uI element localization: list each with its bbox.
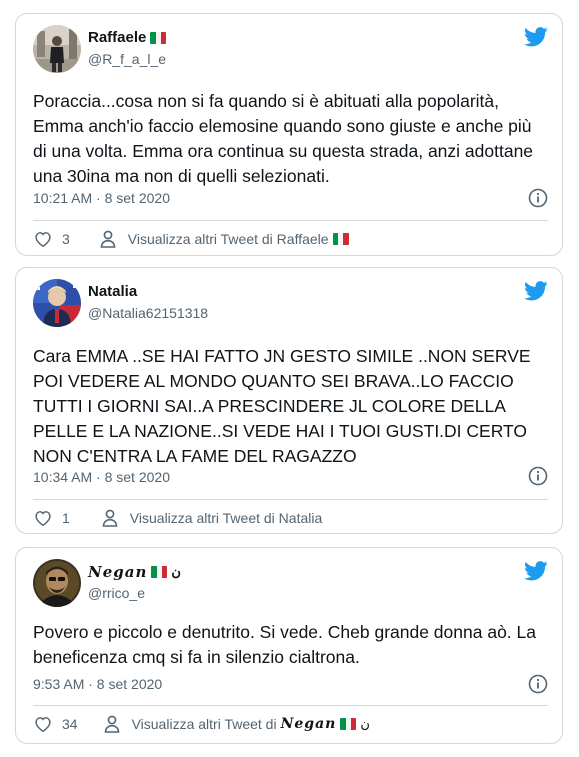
heart-icon[interactable] bbox=[33, 508, 53, 528]
view-more-tweets-label: Visualizza altri Tweet di bbox=[131, 716, 277, 732]
avatar[interactable] bbox=[33, 279, 81, 327]
name-suffix: ن bbox=[360, 716, 370, 731]
tweet-timestamp[interactable]: 10:34 AM · 8 set 2020 bbox=[33, 469, 170, 485]
info-icon[interactable] bbox=[528, 674, 548, 694]
view-more-tweets-link[interactable]: Visualizza altri Tweet di Natalia bbox=[100, 508, 322, 528]
author-name[interactable]: Natalia bbox=[88, 283, 137, 300]
heart-icon[interactable] bbox=[33, 229, 53, 249]
like-count: 34 bbox=[62, 716, 78, 732]
like-count: 1 bbox=[62, 510, 70, 526]
person-icon bbox=[102, 714, 122, 734]
tweet-card[interactable]: 𝑵𝒆𝒈𝒂𝒏 ن @rrico_e Povero e piccolo e denu… bbox=[15, 547, 563, 744]
italy-flag-icon bbox=[150, 31, 167, 44]
author-name[interactable]: 𝑵𝒆𝒈𝒂𝒏 bbox=[88, 563, 147, 581]
view-more-tweets-label: Visualizza altri Tweet di Natalia bbox=[129, 510, 323, 526]
tweet-text: Poraccia...cosa non si fa quando si è ab… bbox=[33, 91, 534, 186]
view-more-tweets-label: Visualizza altri Tweet di Raffaele bbox=[127, 231, 329, 247]
person-icon bbox=[100, 508, 120, 528]
tweet-text: Cara EMMA ..SE HAI FATTO JN GESTO SIMILE… bbox=[33, 346, 531, 466]
avatar[interactable] bbox=[33, 25, 81, 73]
author-handle[interactable]: @rrico_e bbox=[88, 585, 145, 601]
tweet-card[interactable]: Natalia @Natalia62151318 Cara EMMA ..SE … bbox=[15, 267, 563, 534]
divider bbox=[33, 499, 548, 500]
view-more-tweets-link[interactable]: Visualizza altri Tweet di 𝑵𝒆𝒈𝒂𝒏 ن bbox=[102, 714, 370, 734]
twitter-bird-icon[interactable] bbox=[524, 561, 548, 581]
tweet-card[interactable]: Raffaele @R_f_a_l_e Poraccia...cosa non … bbox=[15, 13, 563, 256]
divider bbox=[33, 220, 548, 221]
italy-flag-icon bbox=[340, 718, 357, 730]
author-handle[interactable]: @R_f_a_l_e bbox=[88, 51, 166, 67]
italy-flag-icon bbox=[332, 233, 349, 245]
author-name[interactable]: Raffaele bbox=[88, 29, 146, 46]
info-icon[interactable] bbox=[528, 188, 548, 208]
tweet-timestamp[interactable]: 10:21 AM · 8 set 2020 bbox=[33, 190, 170, 206]
author-handle[interactable]: @Natalia62151318 bbox=[88, 305, 208, 321]
twitter-bird-icon[interactable] bbox=[524, 27, 548, 47]
view-more-tweets-link[interactable]: Visualizza altri Tweet di Raffaele bbox=[98, 229, 349, 249]
tweet-timestamp[interactable]: 9:53 AM · 8 set 2020 bbox=[33, 676, 162, 692]
tweet-text: Povero e piccolo e denutrito. Si vede. C… bbox=[33, 622, 536, 667]
avatar[interactable] bbox=[33, 559, 81, 607]
italy-flag-icon bbox=[151, 566, 168, 578]
heart-icon[interactable] bbox=[33, 714, 53, 734]
person-icon bbox=[98, 229, 118, 249]
like-count: 3 bbox=[62, 231, 70, 247]
twitter-bird-icon[interactable] bbox=[524, 281, 548, 301]
info-icon[interactable] bbox=[528, 466, 548, 486]
name-suffix: ن bbox=[171, 564, 181, 579]
divider bbox=[33, 705, 548, 706]
view-more-tweets-name: 𝑵𝒆𝒈𝒂𝒏 bbox=[280, 716, 337, 732]
